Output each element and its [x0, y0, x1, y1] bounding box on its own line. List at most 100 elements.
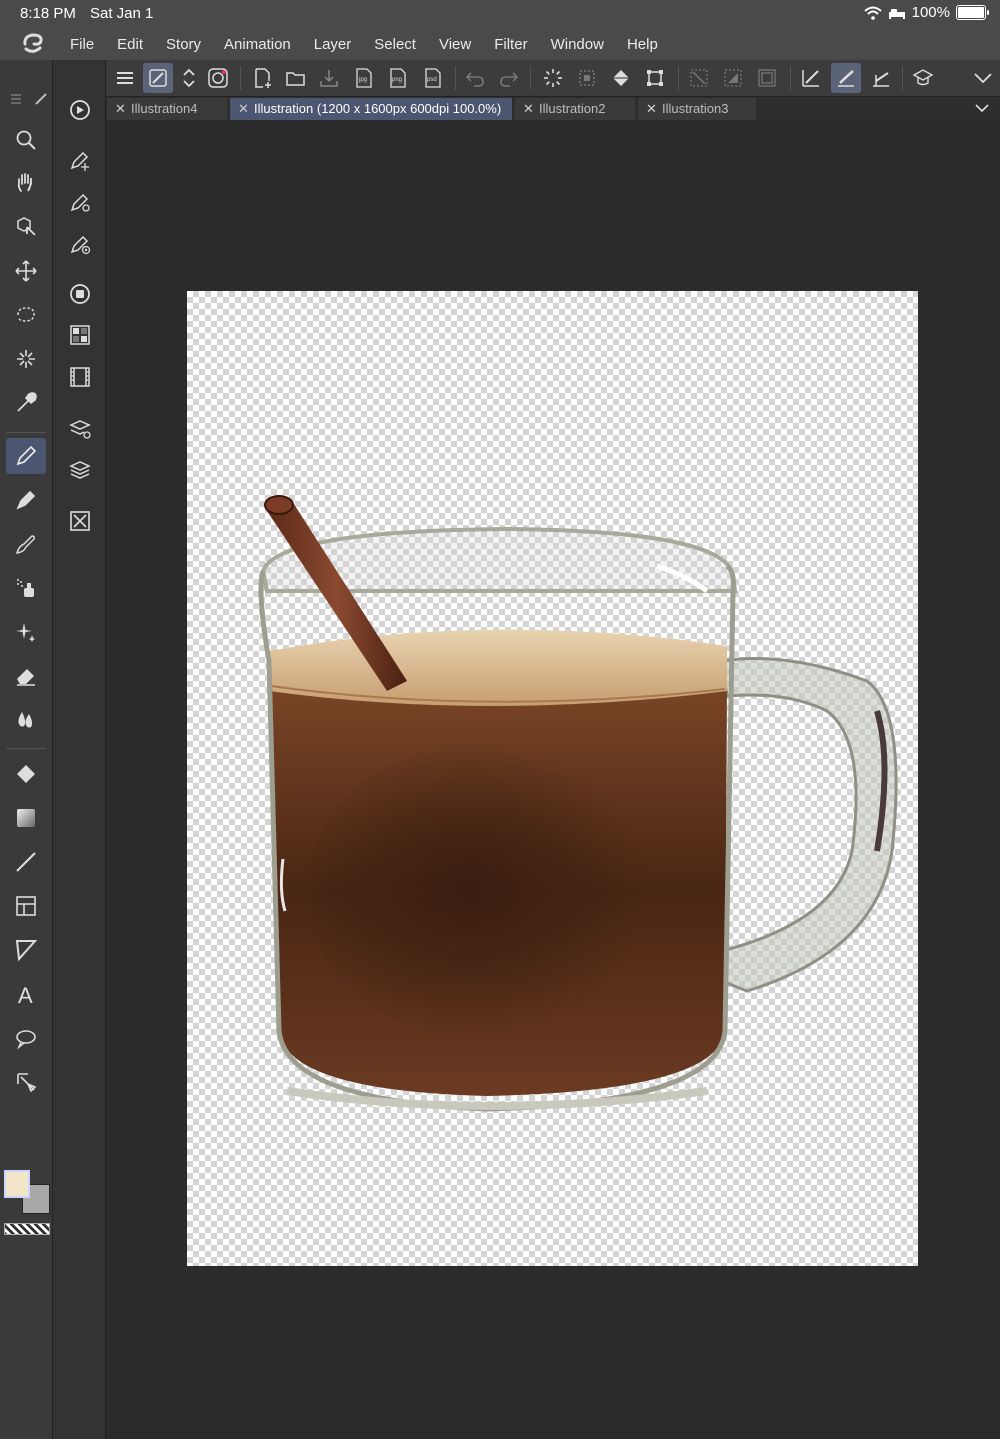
undo-icon[interactable]	[460, 63, 490, 93]
scroll-icon[interactable]	[174, 63, 204, 93]
gradient-icon[interactable]	[6, 800, 46, 836]
tool-palette-header	[0, 60, 52, 105]
frame-icon[interactable]	[6, 888, 46, 924]
menu-filter[interactable]: Filter	[494, 36, 527, 53]
wifi-icon	[863, 6, 882, 20]
mug-artwork	[258, 495, 898, 1112]
battery-percent: 100%	[911, 4, 950, 21]
hand-icon[interactable]	[6, 165, 46, 201]
layer-property-icon[interactable]	[65, 414, 95, 444]
decoration-icon[interactable]	[6, 614, 46, 650]
svg-text:png: png	[392, 77, 402, 83]
layers-icon[interactable]	[65, 455, 95, 485]
select-loading-icon[interactable]	[538, 63, 568, 93]
status-right: 100%	[863, 4, 989, 21]
app-logo-icon[interactable]	[20, 32, 46, 56]
more-icon[interactable]	[968, 63, 998, 93]
auto-select-icon[interactable]	[6, 341, 46, 377]
export-png-icon[interactable]: png	[383, 63, 413, 93]
eyedropper-icon[interactable]	[6, 385, 46, 421]
mask-icon[interactable]	[752, 63, 782, 93]
tool-property-icon[interactable]	[65, 187, 95, 217]
menu-animation[interactable]: Animation	[224, 36, 291, 53]
palette-brush-icon[interactable]	[34, 92, 48, 106]
tab-illustration4[interactable]: ✕ Illustration4	[107, 98, 227, 120]
learn-icon[interactable]	[908, 63, 938, 93]
perspective-icon[interactable]	[866, 63, 896, 93]
menu-view[interactable]: View	[439, 36, 471, 53]
close-icon[interactable]: ✕	[646, 98, 657, 120]
new-icon[interactable]	[248, 63, 278, 93]
pen-icon[interactable]	[6, 438, 46, 474]
svg-text:A: A	[18, 983, 33, 1006]
sub-tool-pen-icon[interactable]	[65, 145, 95, 175]
menu-story[interactable]: Story	[166, 36, 201, 53]
menu-file[interactable]: File	[70, 36, 94, 53]
brush-size-icon[interactable]	[65, 229, 95, 259]
menu-bar: File Edit Story Animation Layer Select V…	[0, 28, 1000, 60]
navigator-icon[interactable]	[65, 95, 95, 125]
document-tabs: ✕ Illustration4 ✕ Illustration (1200 x 160…	[106, 97, 1000, 121]
chevron-down-icon[interactable]	[972, 97, 992, 119]
transform-icon[interactable]	[640, 63, 670, 93]
ruler-snap-icon[interactable]	[796, 63, 826, 93]
tab-illustration3[interactable]: ✕ Illustration3	[638, 98, 756, 120]
redo-icon[interactable]	[494, 63, 524, 93]
menu-window[interactable]: Window	[551, 36, 604, 53]
open-icon[interactable]	[281, 63, 311, 93]
rotate-icon[interactable]	[203, 63, 233, 93]
balloon-icon[interactable]	[6, 1020, 46, 1056]
tab-label: Illustration4	[131, 101, 198, 116]
color-wheel-icon[interactable]	[65, 279, 95, 309]
balloon-tail-icon[interactable]	[6, 932, 46, 968]
bed-icon	[888, 8, 905, 19]
lasso-select-icon[interactable]	[6, 297, 46, 333]
status-bar: 8:18 PM Sat Jan 1 100%	[0, 0, 1000, 28]
canvas-paper[interactable]	[187, 291, 918, 1266]
close-icon[interactable]: ✕	[238, 98, 249, 120]
move-icon[interactable]	[6, 253, 46, 289]
export-jpg-icon[interactable]: jpg	[349, 63, 379, 93]
status-date: Sat Jan 1	[90, 5, 154, 22]
clip-icon[interactable]	[684, 63, 714, 93]
palette-menu-icon[interactable]	[10, 94, 22, 104]
fill-icon[interactable]	[606, 63, 636, 93]
reference-icon[interactable]	[718, 63, 748, 93]
main-color-swatch[interactable]	[4, 1170, 30, 1198]
menu-select[interactable]: Select	[374, 36, 416, 53]
tab-label: Illustration (1200 x 1600px 600dpi 100.0…	[254, 101, 502, 116]
timeline-icon[interactable]	[65, 362, 95, 392]
menu-help[interactable]: Help	[627, 36, 658, 53]
airbrush-icon[interactable]	[6, 570, 46, 606]
blend-icon[interactable]	[6, 702, 46, 738]
menu-edit[interactable]: Edit	[117, 36, 143, 53]
brush-icon[interactable]	[6, 526, 46, 562]
correct-line-icon[interactable]	[6, 1064, 46, 1100]
transparent-color-toggle[interactable]	[4, 1223, 50, 1235]
tab-illustration[interactable]: ✕ Illustration (1200 x 1600px 600dpi 100.…	[230, 98, 512, 120]
material-icon[interactable]	[65, 506, 95, 536]
export-psd-icon[interactable]: psd	[418, 63, 448, 93]
line-icon[interactable]	[6, 844, 46, 880]
menu-list: File Edit Story Animation Layer Select V…	[70, 36, 681, 53]
menu-icon[interactable]	[110, 63, 140, 93]
tool-palette: A	[0, 60, 53, 1439]
save-icon[interactable]	[314, 63, 344, 93]
status-time: 8:18 PM	[20, 5, 76, 22]
deselect-icon[interactable]	[572, 63, 602, 93]
battery-icon	[956, 5, 989, 20]
text-icon[interactable]: A	[6, 976, 46, 1012]
object-icon[interactable]	[6, 209, 46, 245]
fill-icon[interactable]	[6, 756, 46, 792]
menu-layer[interactable]: Layer	[314, 36, 352, 53]
brush-snap-icon[interactable]	[831, 63, 861, 93]
pencil-icon[interactable]	[6, 482, 46, 518]
close-icon[interactable]: ✕	[115, 98, 126, 120]
color-swatches[interactable]	[4, 1170, 50, 1216]
eraser-icon[interactable]	[6, 658, 46, 694]
color-set-icon[interactable]	[65, 320, 95, 350]
snap-icon[interactable]	[143, 63, 173, 93]
tab-illustration2[interactable]: ✕ Illustration2	[515, 98, 635, 120]
zoom-icon[interactable]	[6, 122, 46, 158]
close-icon[interactable]: ✕	[523, 98, 534, 120]
